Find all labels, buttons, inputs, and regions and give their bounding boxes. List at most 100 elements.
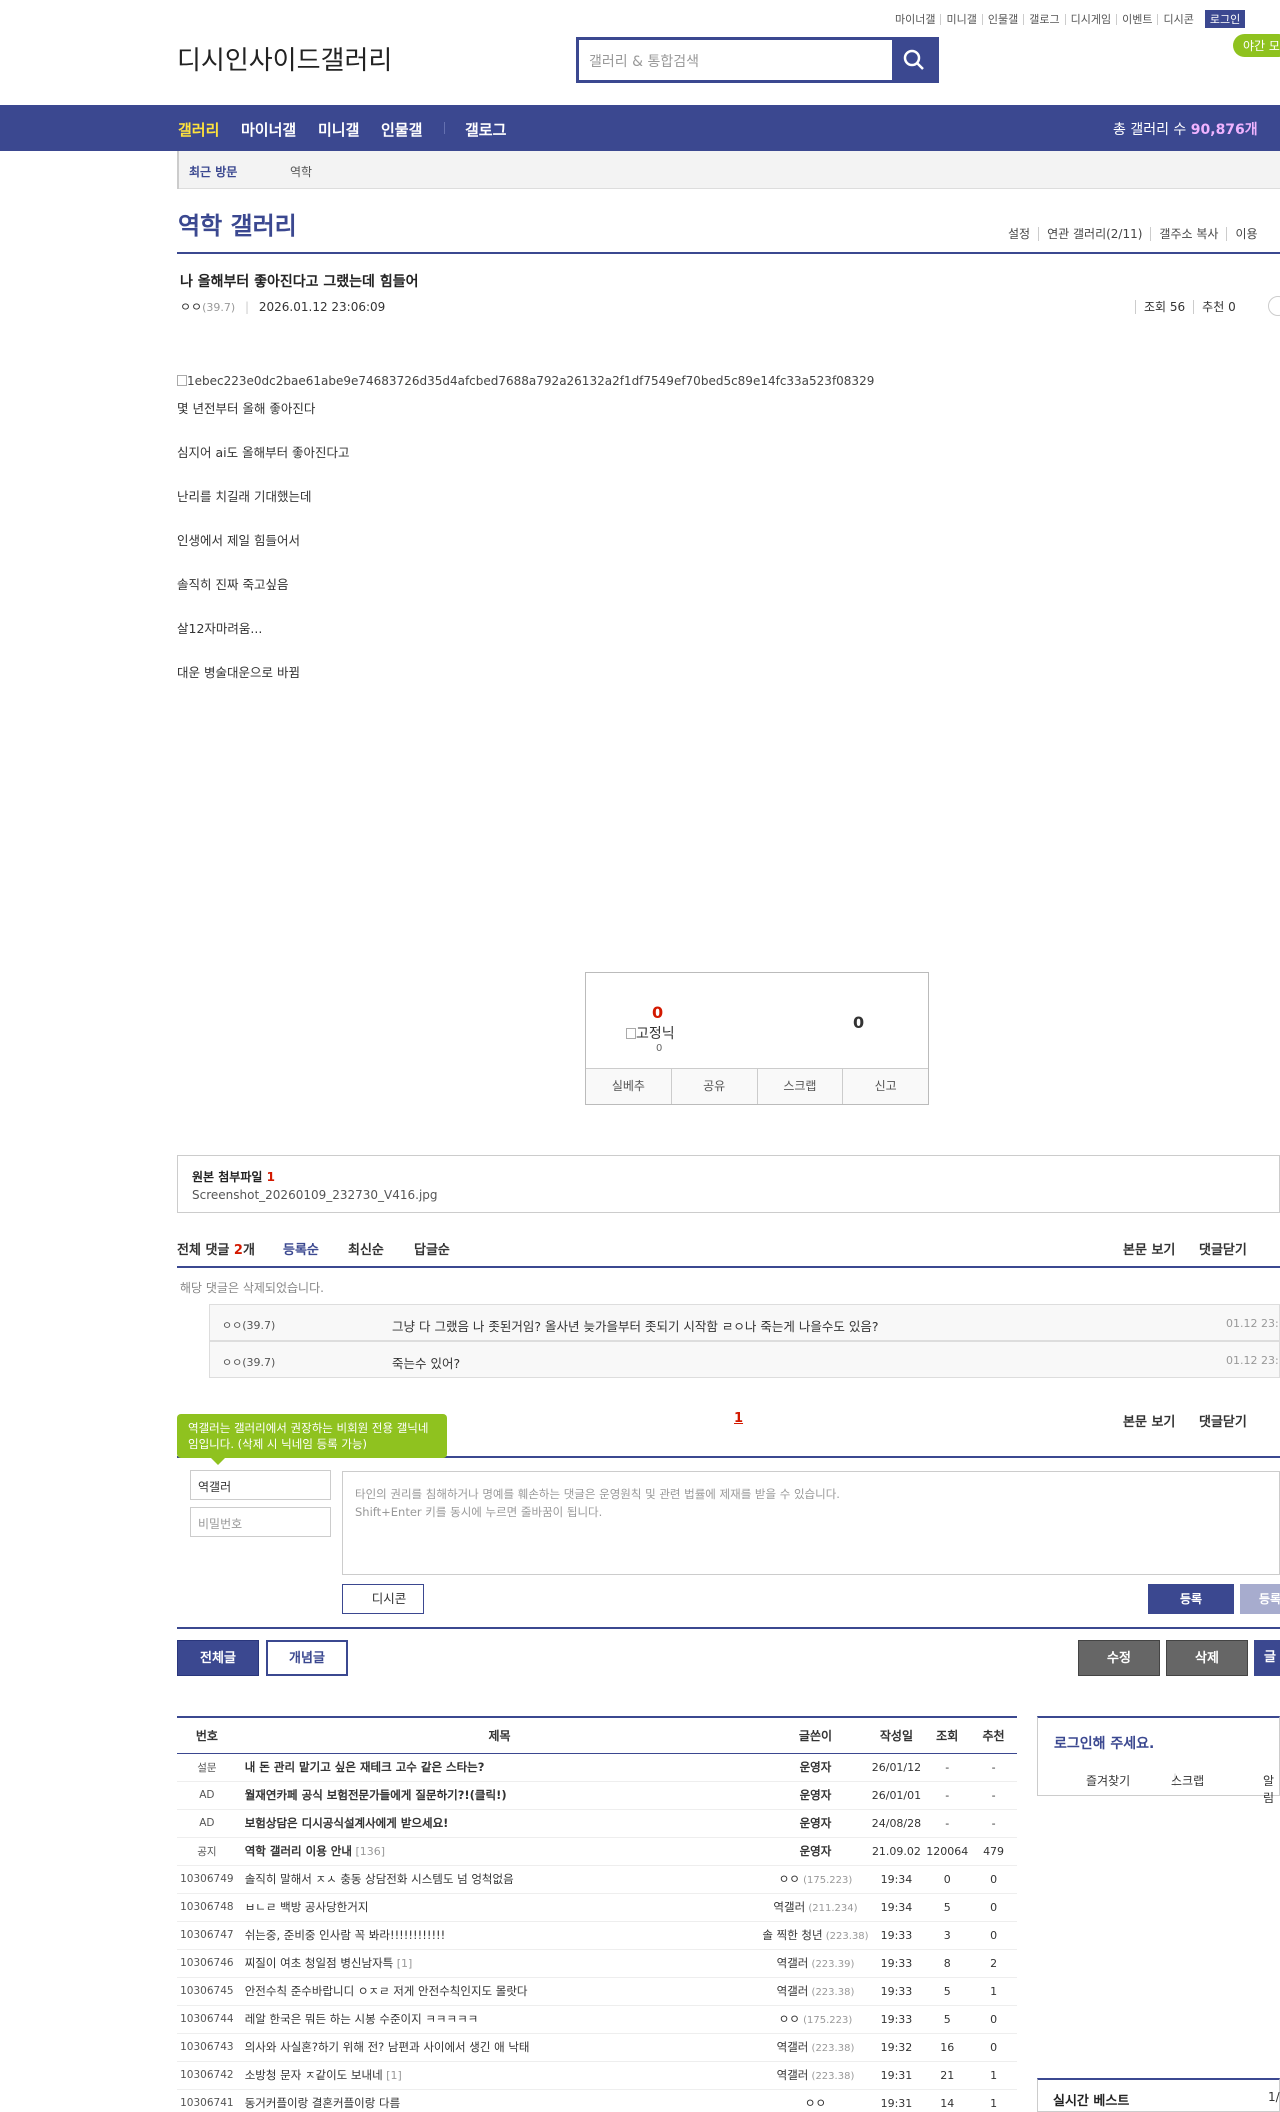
close-comments-button-2[interactable]: 댓글닫기 [1199,1411,1247,1430]
table-row[interactable]: 10306742 소방청 문자 ㅈ같이도 보내네 [1] 역갤러 (223.38) 1… [177,2061,1017,2090]
post-link[interactable]: 소방청 문자 ㅈ같이도 보내네 [245,2068,383,2082]
util-link-game[interactable]: 디시게임 [1064,13,1116,25]
dark-mode-toggle[interactable]: 야간 모 [1233,34,1280,57]
post-writer[interactable]: 역갤러 [777,1984,809,1998]
post-writer[interactable]: ㅇㅇ [805,2096,826,2110]
scrap-button[interactable]: 스크랩 [756,1069,843,1104]
post-writer[interactable]: 역갤러 [777,2040,809,2054]
report-button[interactable]: 신고 [842,1069,928,1104]
password-input[interactable]: 비밀번호 [190,1507,331,1537]
util-link-gallog[interactable]: 갤로그 [1023,13,1064,25]
favorites-link[interactable]: 즐겨찾기 [1086,1772,1130,1789]
post-writer[interactable]: 운영자 [800,1844,832,1858]
post-link[interactable]: ㅂㄴㄹ 백방 공사당한거지 [245,1900,369,1914]
comment-count[interactable]: [136] [355,1845,385,1858]
table-row[interactable]: 10306748 ㅂㄴㄹ 백방 공사당한거지 역갤러 (211.234) 19:34 5… [177,1893,1017,1922]
table-row[interactable]: 10306741 동거커플이랑 결혼커플이랑 다름 ㅇㅇ 19:31 14 1 [177,2089,1017,2112]
post-link[interactable]: 보험상담은 디시공식설계사에게 받으세요! [245,1816,449,1830]
post-link[interactable]: 월재연카페 공식 보험전문가들에게 질문하기?!(클릭!) [245,1788,507,1802]
sort-replies[interactable]: 답글순 [414,1239,450,1258]
post-link[interactable]: 쉬는중, 준비중 인사람 꼭 봐라!!!!!!!!!!!! [245,1928,446,1942]
notice-link[interactable]: 알림 [1263,1772,1279,1806]
more-options-icon[interactable] [1268,296,1280,316]
comment-count[interactable]: [1] [386,2069,402,2082]
option-settings[interactable]: 설정 [1000,227,1038,241]
post-writer[interactable]: 솔 찍한 청년 [762,1928,822,1942]
submit-recommend-button[interactable]: 등록 [1240,1584,1280,1614]
gallery-title[interactable]: 역학 갤러리 [178,206,297,241]
util-link-dccon[interactable]: 디시콘 [1157,13,1198,25]
post-writer[interactable]: 운영자 [800,1788,832,1802]
post-link[interactable]: 레알 한국은 뭐든 하는 시봉 수준이지 ㅋㅋㅋㅋㅋ [245,2012,479,2026]
post-writer[interactable]: 운영자 [800,1760,832,1774]
sort-registered[interactable]: 등록순 [283,1239,319,1258]
sort-latest[interactable]: 최신순 [348,1239,384,1258]
table-row[interactable]: 10306745 안전수칙 준수바랍니디 ㅇㅈㄹ 저게 안전수칙인지도 몰랏다 역갤… [177,1977,1017,2006]
recent-label[interactable]: 최근 방문 [189,163,237,180]
nav-mini[interactable]: 미니갤 [318,119,359,140]
option-copy-url[interactable]: 갤주소 복사 [1150,227,1227,241]
login-button[interactable]: 로그인 [1204,10,1246,28]
close-comments-button[interactable]: 댓글닫기 [1199,1239,1247,1258]
real-best-button[interactable]: 실베추 [586,1069,671,1104]
option-related[interactable]: 연관 갤러리(2/11) [1038,227,1151,241]
post-link[interactable]: 의사와 사실혼?하기 위해 전? 남편과 사이에서 생긴 애 낙태 [245,2040,530,2054]
view-body-button-2[interactable]: 본문 보기 [1123,1411,1175,1430]
realtime-best-page[interactable]: 1/ [1268,2090,1280,2104]
nav-gallery[interactable]: 갤러리 [178,119,219,140]
upvote-count[interactable]: 0 [652,1003,663,1022]
nav-person[interactable]: 인물갤 [381,119,422,140]
post-link[interactable]: 안전수칙 준수바랍니디 ㅇㅈㄹ 저게 안전수칙인지도 몰랏다 [245,1984,528,1998]
table-row[interactable]: AD 월재연카페 공식 보험전문가들에게 질문하기?!(클릭!) 운영자 26/01/… [177,1781,1017,1810]
comment-page-number[interactable]: 1 [734,1411,743,1426]
all-posts-button[interactable]: 전체글 [177,1640,259,1676]
util-link-minor[interactable]: 마이너갤 [890,14,940,25]
post-writer[interactable]: ㅇㅇ [779,2012,800,2026]
util-link-mini[interactable]: 미니갤 [940,13,981,25]
table-row[interactable]: 10306743 의사와 사실혼?하기 위해 전? 남편과 사이에서 생긴 애 낙… [177,2033,1017,2062]
comment-author[interactable]: ㅇㅇ(39.7) [222,1354,275,1370]
comment-textarea[interactable]: 타인의 권리를 침해하거나 명예를 훼손하는 댓글은 운영원칙 및 관련 법률에… [342,1471,1280,1575]
table-row[interactable]: AD 보험상담은 디시공식설계사에게 받으세요! 운영자 24/08/28 - - [177,1809,1017,1838]
delete-button[interactable]: 삭제 [1166,1640,1248,1676]
nickname-input[interactable]: 역갤러 [190,1470,331,1500]
scrap-link[interactable]: 스크랩 [1171,1772,1204,1789]
concept-posts-button[interactable]: 개념글 [266,1640,348,1676]
nav-gallog[interactable]: 갤로그 [465,119,506,140]
nav-minor[interactable]: 마이너갤 [241,119,296,140]
post-writer[interactable]: 역갤러 [773,1900,805,1914]
submit-comment-button[interactable]: 등록 [1148,1584,1234,1614]
view-body-button[interactable]: 본문 보기 [1123,1239,1175,1258]
recent-item[interactable]: 역학 [290,163,312,180]
table-row[interactable]: 10306747 쉬는중, 준비중 인사람 꼭 봐라!!!!!!!!!!!! 솔 찍… [177,1921,1017,1950]
write-button[interactable]: 글 [1254,1640,1280,1676]
post-link[interactable]: 역학 갤러리 이용 안내 [245,1844,352,1858]
table-row[interactable]: 10306746 찌질이 여초 청일점 병신남자특 [1] 역갤러 (223.39)… [177,1949,1017,1978]
downvote-count[interactable]: 0 [853,1013,864,1032]
post-link[interactable]: 내 돈 관리 맡기고 싶은 재테크 고수 같은 스타는? [245,1760,485,1774]
post-writer[interactable]: 역갤러 [777,2068,809,2082]
util-link-person[interactable]: 인물갤 [981,13,1023,25]
util-link-event[interactable]: 이벤트 [1116,13,1157,25]
post-link[interactable]: 솔직히 말해서 ㅈㅅ 충동 상담전화 시스템도 넘 엉척없음 [245,1872,514,1886]
comment-author[interactable]: ㅇㅇ(39.7) [222,1317,275,1333]
post-link[interactable]: 찌질이 여초 청일점 병신남자특 [245,1956,394,1970]
dccon-button[interactable]: 디시콘 [342,1584,424,1614]
post-writer[interactable]: 역갤러 [777,1956,809,1970]
table-row[interactable]: 공지 역학 갤러리 이용 안내 [136] 운영자 21.09.02 120064 479 [177,1837,1017,1866]
post-writer[interactable]: ㅇㅇ [779,1872,800,1886]
post-link[interactable]: 동거커플이랑 결혼커플이랑 다름 [245,2096,400,2110]
post-author[interactable]: ㅇㅇ [180,300,202,314]
search-button[interactable] [892,40,936,80]
table-row[interactable]: 10306744 레알 한국은 뭐든 하는 시봉 수준이지 ㅋㅋㅋㅋㅋ ㅇㅇ (17… [177,2005,1017,2034]
share-button[interactable]: 공유 [670,1069,757,1104]
post-writer[interactable]: 운영자 [800,1816,832,1830]
option-usage[interactable]: 이용 [1226,227,1266,241]
comment-count[interactable]: [1] [397,1957,413,1970]
table-row[interactable]: 10306749 솔직히 말해서 ㅈㅅ 충동 상담전화 시스템도 넘 엉척없음 ㅇㅇ… [177,1865,1017,1894]
site-logo[interactable]: 디시인사이드갤러리 [177,40,392,77]
login-prompt[interactable]: 로그인해 주세요. [1054,1733,1154,1753]
search-input[interactable]: 갤러리 & 통합검색 [589,51,699,71]
attachment-file[interactable]: Screenshot_20260109_232730_V416.jpg [192,1188,438,1202]
table-row[interactable]: 설문 내 돈 관리 맡기고 싶은 재테크 고수 같은 스타는? 운영자 26/01/1… [177,1753,1017,1782]
